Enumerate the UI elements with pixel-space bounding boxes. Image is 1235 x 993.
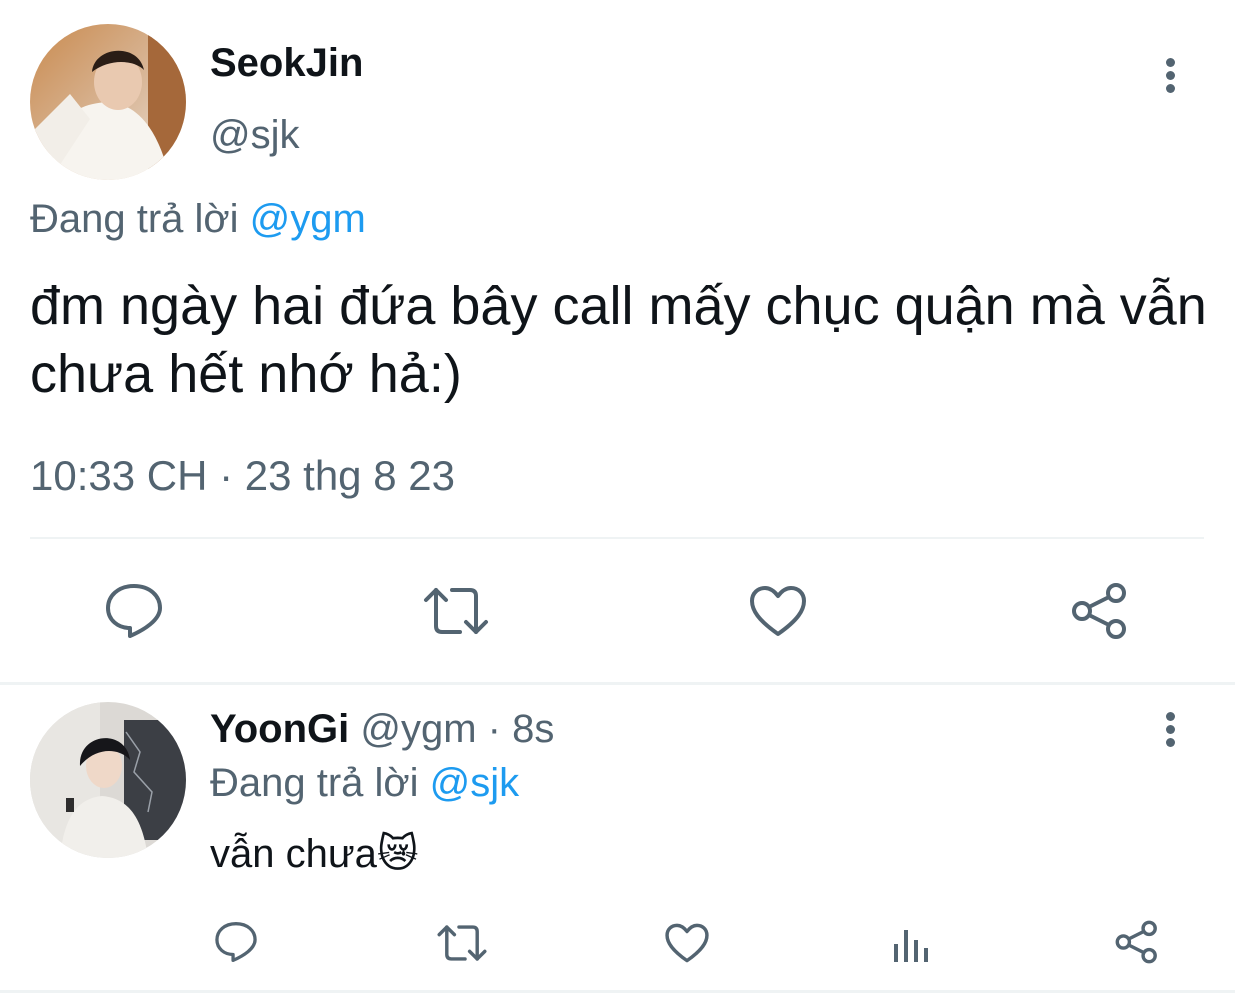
stats-divider xyxy=(30,537,1204,539)
reply-replying-prefix: Đang trả lời xyxy=(210,761,419,805)
reply-icon[interactable] xyxy=(104,582,164,640)
reply-display-name[interactable]: YoonGi xyxy=(210,707,349,751)
crying-cat-emoji-icon: 😿 xyxy=(376,831,419,877)
share-icon[interactable] xyxy=(1070,582,1130,640)
display-name[interactable]: SeokJin xyxy=(210,40,363,86)
reply-share-icon[interactable] xyxy=(1114,920,1160,964)
reply-text-line: vẫn chưa😿 xyxy=(210,830,419,878)
reply-header: YoonGi @ygm · 8s xyxy=(210,706,554,752)
tweet-divider xyxy=(0,682,1235,685)
timestamp[interactable]: 10:33 CH · 23 thg 8 23 xyxy=(30,452,455,500)
like-icon[interactable] xyxy=(748,584,808,638)
replying-to-mention[interactable]: @ygm xyxy=(250,197,366,241)
tweet-text: đm ngày hai đứa bây call mấy chục quận m… xyxy=(30,276,1207,404)
views-icon[interactable] xyxy=(892,924,932,964)
reply-like-icon[interactable] xyxy=(664,922,710,964)
reply-replying-to-line: Đang trả lời @sjk xyxy=(210,760,519,806)
reply-reply-icon[interactable] xyxy=(214,920,258,964)
more-options-icon[interactable] xyxy=(1166,58,1175,98)
reply-retweet-icon[interactable] xyxy=(436,924,488,962)
reply-handle[interactable]: @ygm xyxy=(360,707,476,751)
avatar-yoongi[interactable] xyxy=(30,702,186,858)
reply-replying-to-mention[interactable]: @sjk xyxy=(430,761,520,805)
reply-time[interactable]: · 8s xyxy=(488,707,555,751)
handle[interactable]: @sjk xyxy=(210,112,300,158)
reply-text: vẫn chưa xyxy=(210,832,377,876)
reply-more-options-icon[interactable] xyxy=(1166,712,1175,752)
replying-to-line: Đang trả lời @ygm xyxy=(30,196,366,242)
avatar-seokjin[interactable] xyxy=(30,24,186,180)
retweet-icon[interactable] xyxy=(422,586,490,636)
replying-prefix: Đang trả lời xyxy=(30,197,239,241)
